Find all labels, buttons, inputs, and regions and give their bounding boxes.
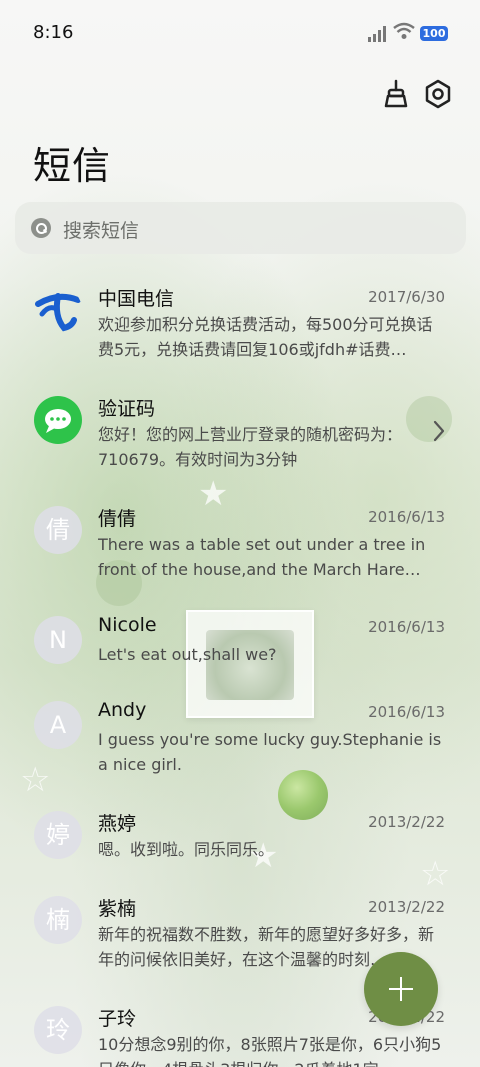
contact-avatar: 楠 bbox=[34, 896, 82, 944]
message-date: 2013/2/22 bbox=[368, 898, 445, 916]
contact-avatar: 倩 bbox=[34, 506, 82, 554]
message-date: 2016/6/13 bbox=[368, 508, 445, 526]
message-date: 2016/6/13 bbox=[368, 703, 445, 721]
battery-level: 100 bbox=[420, 26, 448, 41]
settings-hex-icon[interactable] bbox=[422, 78, 454, 110]
contact-name: 倩倩 bbox=[98, 508, 137, 530]
status-bar: 8:16 100 bbox=[0, 0, 480, 66]
sms-bubble-icon bbox=[34, 396, 82, 444]
message-preview: 您好！您的网上营业厅登录的随机密码为：710679。有效时间为3分钟 bbox=[98, 425, 403, 469]
message-preview: 10分想念9别的你，8张照片7张是你，6只小狗5只像你，4根骨头3根归你，2爪着… bbox=[98, 1035, 442, 1067]
wifi-icon bbox=[393, 22, 415, 39]
header-actions bbox=[0, 78, 480, 112]
search-placeholder: 搜索短信 bbox=[63, 220, 140, 242]
conversation-row-1[interactable]: 验证码 您好！您的网上营业厅登录的随机密码为：710679。有效时间为3分钟 bbox=[0, 384, 480, 492]
search-icon bbox=[31, 218, 51, 238]
page-title: 短信 bbox=[33, 144, 112, 188]
cellular-signal-icon bbox=[368, 26, 386, 42]
new-message-button[interactable] bbox=[364, 952, 438, 1026]
search-bar[interactable]: 搜索短信 bbox=[15, 202, 466, 254]
status-time: 8:16 bbox=[33, 22, 74, 43]
message-preview: 嗯。收到啦。同乐同乐。 bbox=[98, 840, 275, 859]
contact-avatar: 玲 bbox=[34, 1006, 82, 1054]
broom-icon[interactable] bbox=[380, 78, 412, 110]
contact-avatar: 婷 bbox=[34, 811, 82, 859]
contact-name: 中国电信 bbox=[98, 288, 175, 310]
message-preview: There was a table set out under a tree i… bbox=[98, 535, 426, 579]
contact-name: Nicole bbox=[98, 614, 157, 636]
message-date: 2016/6/13 bbox=[368, 618, 445, 636]
message-preview: Let's eat out,shall we? bbox=[98, 645, 277, 664]
conversation-row-4[interactable]: A Andy 2016/6/13 I guess you're some luc… bbox=[0, 689, 480, 797]
contact-avatar: A bbox=[34, 701, 82, 749]
contact-name: 紫楠 bbox=[98, 898, 137, 920]
contact-avatar: N bbox=[34, 616, 82, 664]
contact-name: Andy bbox=[98, 699, 147, 721]
message-date: 2013/2/22 bbox=[368, 813, 445, 831]
contact-name: 验证码 bbox=[98, 398, 156, 420]
conversation-row-0[interactable]: 中国电信 2017/6/30 欢迎参加积分兑换话费活动，每500分可兑换话费5元… bbox=[0, 274, 480, 382]
contact-name: 子玲 bbox=[98, 1008, 137, 1030]
message-preview: I guess you're some lucky guy.Stephanie … bbox=[98, 730, 442, 774]
message-date: 2017/6/30 bbox=[368, 288, 445, 306]
conversation-row-2[interactable]: 倩 倩倩 2016/6/13 There was a table set out… bbox=[0, 494, 480, 602]
contact-name: 燕婷 bbox=[98, 813, 137, 835]
china-telecom-logo-icon bbox=[35, 293, 81, 332]
message-preview: 欢迎参加积分兑换话费活动，每500分可兑换话费5元，兑换话费请回复106或jfd… bbox=[98, 315, 433, 359]
chevron-right-icon[interactable] bbox=[432, 420, 446, 442]
